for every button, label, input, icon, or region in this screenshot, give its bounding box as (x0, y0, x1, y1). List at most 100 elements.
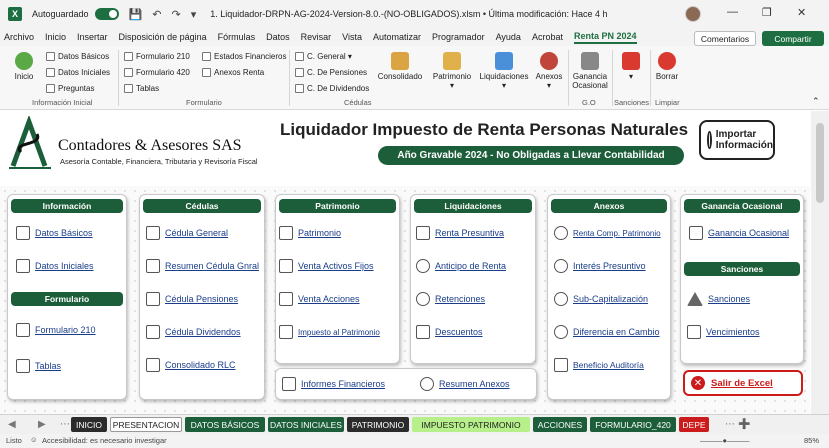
sanciones-ribbon-button[interactable]: ▾ (618, 52, 644, 81)
comentarios-button[interactable]: Comentarios (694, 31, 756, 46)
salir-excel-button[interactable]: ✕ Salir de Excel (683, 370, 803, 396)
undo-icon[interactable]: ↶ (152, 8, 161, 21)
link-datos-basicos[interactable]: Datos Básicos (16, 226, 93, 240)
link-resumen-anexos[interactable]: Resumen Anexos (420, 377, 510, 391)
compartir-button[interactable]: Compartir (762, 31, 824, 46)
datos-basicos-ribbon-button[interactable]: Datos Básicos (46, 52, 109, 61)
link-diferencia-cambio[interactable]: Diferencia en Cambio (554, 325, 660, 339)
paperclip-icon (420, 377, 434, 391)
link-retenciones[interactable]: Retenciones (416, 292, 485, 306)
link-renta-comp-patrimonio[interactable]: Renta Comp. Patrimonio (554, 226, 661, 240)
link-venta-activos-fijos[interactable]: Venta Activos Fijos (279, 259, 374, 273)
tab-programador[interactable]: Programador (432, 32, 485, 42)
tab-more-icon[interactable]: ⋯ (60, 419, 70, 430)
link-sanciones[interactable]: Sanciones (687, 292, 750, 306)
tab-scroll-left-icon[interactable]: ◀ (8, 419, 16, 430)
sheet-tab[interactable]: DATOS INICIALES (268, 417, 344, 432)
ganancia-ocasional-ribbon-button[interactable]: Ganancia Ocasional (572, 52, 608, 90)
link-beneficio-auditoria[interactable]: Beneficio Auditoría (554, 358, 644, 372)
tab-overflow-icon[interactable]: ⋯ (725, 419, 735, 430)
dollar-icon (554, 259, 568, 273)
list-icon (295, 84, 304, 93)
patrimonio-ribbon-button[interactable]: Patrimonio ▾ (430, 52, 474, 90)
anexos-renta-ribbon-button[interactable]: Anexos Renta (202, 68, 264, 77)
tab-revisar[interactable]: Revisar (301, 32, 332, 42)
link-impuesto-patrimonio[interactable]: Impuesto al Patrimonio (279, 325, 380, 339)
link-patrimonio[interactable]: Patrimonio (279, 226, 341, 240)
tab-automatizar[interactable]: Automatizar (373, 32, 421, 42)
link-venta-acciones[interactable]: Venta Acciones (279, 292, 360, 306)
sheet-tab[interactable]: PRESENTACION (110, 417, 182, 432)
redo-icon[interactable]: ↷ (171, 8, 180, 21)
link-cedula-pensiones[interactable]: Cédula Pensiones (146, 292, 238, 306)
group-label-sanciones: Sanciones (614, 98, 650, 107)
card-anexos: Anexos Renta Comp. Patrimonio Interés Pr… (547, 194, 671, 400)
tab-acrobat[interactable]: Acrobat (532, 32, 563, 42)
link-cedula-general[interactable]: Cédula General (146, 226, 228, 240)
link-cedula-dividendos[interactable]: Cédula Dividendos (146, 325, 241, 339)
card-cedulas: Cédulas Cédula General Resumen Cédula Gn… (139, 194, 265, 400)
formulario-210-ribbon-button[interactable]: Formulario 210 (124, 52, 190, 61)
tab-inicio[interactable]: Inicio (45, 32, 66, 42)
customize-toolbar-icon[interactable]: ▾ (191, 8, 197, 21)
borrar-ribbon-button[interactable]: Borrar (654, 52, 680, 81)
tab-datos[interactable]: Datos (266, 32, 290, 42)
tab-renta-pn-2024[interactable]: Renta PN 2024 (573, 31, 637, 44)
inicio-ribbon-button[interactable]: Inicio (10, 52, 38, 81)
link-datos-iniciales[interactable]: Datos Iniciales (16, 259, 94, 273)
liquidaciones-ribbon-button[interactable]: Liquidaciones ▾ (478, 52, 530, 90)
consolidado-ribbon-button[interactable]: Consolidado (376, 52, 424, 81)
scrollbar-thumb[interactable] (816, 123, 824, 203)
link-informes-financieros[interactable]: Informes Financieros (282, 377, 385, 391)
restore-icon[interactable]: ❐ (762, 6, 772, 19)
c-pensiones-ribbon-button[interactable]: C. De Pensiones (295, 68, 367, 77)
sheet-tab[interactable]: INICIO (71, 417, 107, 432)
estados-financieros-ribbon-button[interactable]: Estados Financieros (202, 52, 286, 61)
sheet-tab[interactable]: DEPE (679, 417, 709, 432)
c-general-ribbon-button[interactable]: C. General ▾ (295, 52, 352, 61)
link-sub-capitalizacion[interactable]: Sub-Capitalización (554, 292, 648, 306)
link-interes-presuntivo[interactable]: Interés Presuntivo (554, 259, 646, 273)
link-formulario-210[interactable]: Formulario 210 (16, 323, 96, 337)
tab-archivo[interactable]: Archivo (4, 32, 34, 42)
sheet-tab[interactable]: PATRIMONIO (347, 417, 409, 432)
autosave-toggle[interactable] (94, 8, 119, 20)
sheet-tab[interactable]: IMPUESTO PATRIMONIO (412, 417, 530, 432)
tab-insertar[interactable]: Insertar (77, 32, 108, 42)
formulario-420-ribbon-label: Formulario 420 (136, 68, 190, 77)
link-anticipo-renta[interactable]: Anticipo de Renta (416, 259, 506, 273)
importar-informacion-button[interactable]: Importar Información (699, 120, 775, 160)
sheet-tab[interactable]: FORMULARIO_420 (590, 417, 676, 432)
tab-disposicion[interactable]: Disposición de página (119, 32, 207, 42)
link-tablas[interactable]: Tablas (16, 359, 61, 373)
link-renta-presuntiva[interactable]: Renta Presuntiva (416, 226, 504, 240)
close-icon[interactable]: ✕ (797, 6, 806, 19)
tab-formulas[interactable]: Fórmulas (218, 32, 256, 42)
sheet-tab[interactable]: ACCIONES (533, 417, 587, 432)
save-icon[interactable]: 💾 (129, 8, 143, 21)
tablas-ribbon-button[interactable]: Tablas (124, 84, 159, 93)
formulario-420-ribbon-button[interactable]: Formulario 420 (124, 68, 190, 77)
status-accessibility[interactable]: Accesibilidad: es necesario investigar (42, 436, 167, 445)
id-card-icon (16, 226, 30, 240)
c-dividendos-ribbon-button[interactable]: C. De Dividendos (295, 84, 369, 93)
company-subtitle: Asesoría Contable, Financiera, Tributari… (60, 157, 258, 166)
link-descuentos[interactable]: Descuentos (416, 325, 483, 339)
zoom-slider[interactable]: ———●——— (700, 436, 750, 445)
tab-ayuda[interactable]: Ayuda (496, 32, 521, 42)
datos-iniciales-ribbon-button[interactable]: Datos Iniciales (46, 68, 110, 77)
vertical-scrollbar[interactable] (811, 111, 829, 414)
anexos-ribbon-button[interactable]: Anexos ▾ (534, 52, 564, 90)
minimize-icon[interactable]: — (727, 6, 738, 18)
link-resumen-cedula[interactable]: Resumen Cédula Gnral (146, 259, 259, 273)
tab-scroll-right-icon[interactable]: ▶ (38, 419, 46, 430)
link-vencimientos[interactable]: Vencimientos (687, 325, 760, 339)
tab-vista[interactable]: Vista (342, 32, 362, 42)
link-ganancia-ocasional[interactable]: Ganancia Ocasional (689, 226, 789, 240)
collapse-ribbon-icon[interactable]: ⌃ (812, 96, 820, 107)
sheet-tab[interactable]: DATOS BÁSICOS (185, 417, 265, 432)
add-sheet-icon[interactable]: ➕ (738, 419, 750, 430)
link-consolidado-rlc[interactable]: Consolidado RLC (146, 358, 236, 372)
preguntas-ribbon-button[interactable]: Preguntas (46, 84, 94, 93)
avatar[interactable] (685, 6, 701, 22)
